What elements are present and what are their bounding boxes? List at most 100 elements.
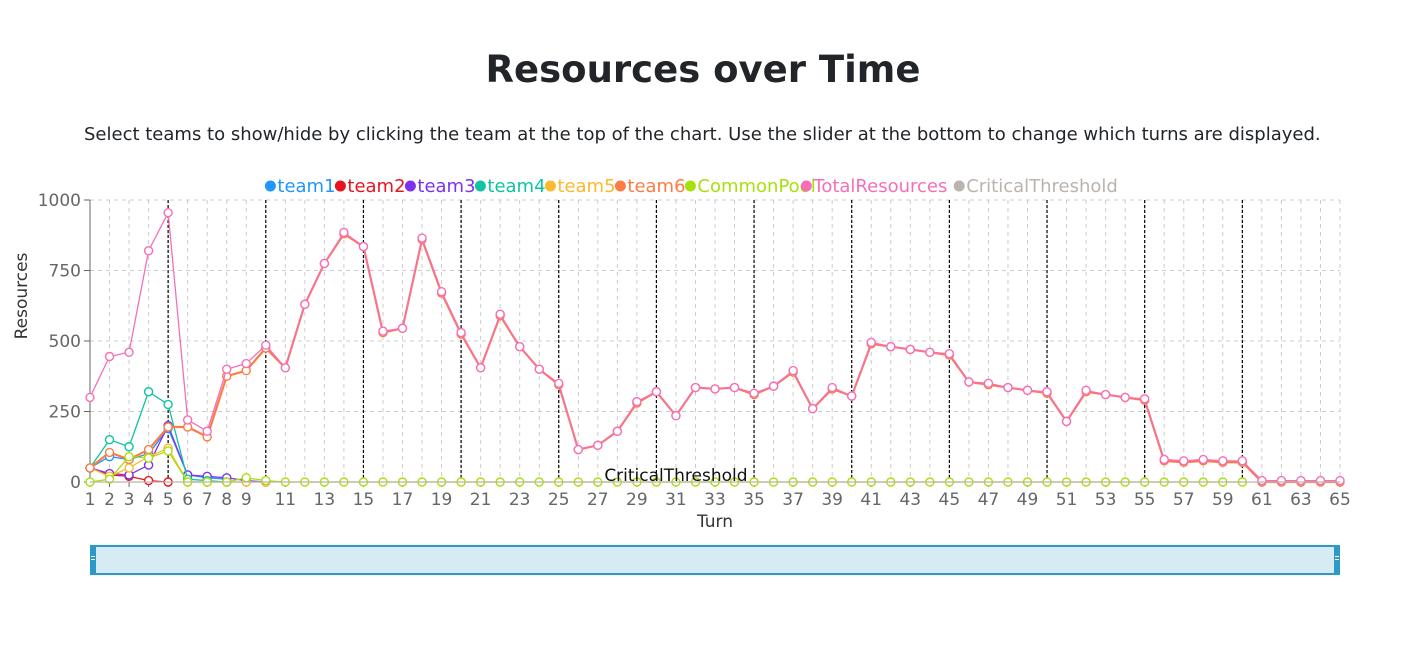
data-point-TotalResources bbox=[339, 227, 349, 238]
legend-item-CommonPool[interactable]: CommonPool bbox=[684, 176, 816, 197]
x-tick-label: 7 bbox=[202, 490, 213, 510]
x-tick-label: 65 bbox=[1329, 490, 1351, 510]
turn-range-slider[interactable] bbox=[90, 545, 1340, 575]
slider-selection[interactable] bbox=[90, 545, 1340, 575]
data-point-TotalResources bbox=[847, 391, 857, 401]
data-point-TotalResources bbox=[1315, 475, 1326, 486]
data-point-CommonPool bbox=[143, 453, 154, 463]
slider-start-handle[interactable] bbox=[90, 545, 96, 575]
legend-swatch bbox=[800, 180, 812, 192]
legend-label: team1 bbox=[277, 176, 335, 197]
axes: 025050075010001 2 3 4 5 6 7 8 9 11 13 15 17 19 21 23 25 2… bbox=[38, 191, 1351, 510]
legend-item-team1[interactable]: team1 bbox=[264, 176, 336, 197]
data-point-CommonPool bbox=[261, 475, 271, 486]
x-tick-label: 6 bbox=[182, 490, 193, 510]
data-point-TotalResources bbox=[300, 299, 310, 310]
x-tick-label: 15 bbox=[353, 490, 375, 510]
x-tick-label: 63 bbox=[1290, 490, 1312, 510]
data-point-TotalResources bbox=[749, 388, 759, 398]
data-point-TotalResources bbox=[456, 327, 466, 338]
legend-swatch bbox=[684, 180, 696, 192]
data-point-TotalResources bbox=[768, 381, 779, 391]
data-point-TotalResources bbox=[1198, 454, 1208, 465]
data-point-TotalResources bbox=[397, 323, 408, 334]
x-tick-label: 37 bbox=[782, 490, 804, 510]
data-point-TotalResources bbox=[612, 426, 623, 436]
legend-label: CommonPool bbox=[697, 176, 815, 197]
x-tick-label: 47 bbox=[978, 490, 1000, 510]
data-point-TotalResources bbox=[1159, 454, 1169, 465]
x-tick-label: 8 bbox=[221, 490, 232, 510]
data-point-TotalResources bbox=[202, 426, 212, 436]
y-tick-label: 250 bbox=[49, 403, 81, 423]
data-point-team5 bbox=[124, 463, 134, 473]
legend-item-team2[interactable]: team2 bbox=[334, 176, 406, 197]
legend-item-CriticalThreshold[interactable]: CriticalThreshold bbox=[953, 176, 1118, 197]
legend-item-team5[interactable]: team5 bbox=[544, 176, 616, 197]
x-tick-label: 51 bbox=[1056, 490, 1078, 510]
y-axis-title: Resources bbox=[12, 252, 32, 339]
legend: team1 team2 team3 team4 team5 team6 CommonPool… bbox=[264, 176, 1118, 197]
y-tick-label: 0 bbox=[70, 473, 81, 493]
data-point-TotalResources bbox=[1100, 389, 1111, 400]
data-point-TotalResources bbox=[495, 309, 505, 319]
x-tick-label: 49 bbox=[1017, 490, 1039, 510]
data-point-TotalResources bbox=[1179, 456, 1189, 466]
y-tick-label: 750 bbox=[49, 262, 81, 282]
legend-swatch bbox=[953, 180, 965, 192]
data-point-TotalResources bbox=[788, 365, 798, 376]
grid bbox=[89, 199, 1341, 483]
x-tick-label: 11 bbox=[274, 490, 296, 510]
data-point-team6 bbox=[85, 463, 95, 473]
x-tick-label: 39 bbox=[821, 490, 843, 510]
data-point-team4 bbox=[124, 442, 134, 452]
data-point-CommonPool bbox=[124, 451, 134, 462]
x-tick-label: 45 bbox=[939, 490, 961, 510]
data-point-CommonPool bbox=[163, 446, 173, 456]
data-point-TotalResources bbox=[222, 364, 232, 374]
data-point-TotalResources bbox=[241, 358, 251, 369]
x-tick-label: 53 bbox=[1095, 490, 1117, 510]
x-tick-label: 35 bbox=[743, 490, 765, 510]
data-point-TotalResources bbox=[1237, 456, 1248, 466]
data-point-TotalResources bbox=[944, 348, 955, 359]
data-point-TotalResources bbox=[983, 378, 994, 388]
data-point-TotalResources bbox=[417, 233, 427, 243]
data-point-TotalResources bbox=[436, 286, 447, 297]
legend-swatch bbox=[264, 180, 276, 192]
legend-item-team3[interactable]: team3 bbox=[404, 176, 476, 197]
data-point-team4 bbox=[143, 387, 154, 397]
annotation-label: CriticalThreshold bbox=[604, 466, 747, 486]
data-point-TotalResources bbox=[671, 411, 681, 421]
legend-item-TotalResources[interactable]: TotalResources bbox=[800, 176, 947, 197]
x-tick-label: 31 bbox=[665, 490, 687, 510]
data-point-TotalResources bbox=[1003, 382, 1013, 393]
legend-item-team4[interactable]: team4 bbox=[474, 176, 546, 197]
data-point-TotalResources bbox=[358, 241, 369, 252]
x-tick-label: 21 bbox=[470, 490, 492, 510]
data-point-TotalResources bbox=[143, 246, 154, 256]
data-point-TotalResources bbox=[1042, 387, 1052, 397]
data-point-TotalResources bbox=[886, 341, 896, 352]
y-tick-label: 500 bbox=[49, 332, 81, 352]
data-point-TotalResources bbox=[85, 392, 95, 403]
data-point-TotalResources bbox=[573, 444, 583, 455]
x-tick-label: 2 bbox=[104, 490, 115, 510]
data-point-TotalResources bbox=[534, 364, 544, 374]
x-tick-label: 4 bbox=[143, 490, 154, 510]
series-team6 bbox=[85, 229, 1345, 487]
legend-label: team4 bbox=[487, 176, 545, 197]
data-point-CommonPool bbox=[241, 473, 251, 483]
legend-item-team6[interactable]: team6 bbox=[614, 176, 686, 197]
data-point-TotalResources bbox=[632, 396, 642, 407]
line-chart: team1 team2 team3 team4 team5 team6 CommonPool… bbox=[12, 176, 1351, 532]
data-point-TotalResources bbox=[690, 382, 701, 393]
slider-end-handle[interactable] bbox=[1334, 545, 1340, 575]
x-tick-label: 1 bbox=[85, 490, 96, 510]
legend-label: team6 bbox=[627, 176, 685, 197]
legend-swatch bbox=[404, 180, 416, 192]
data-point-team6 bbox=[104, 447, 115, 458]
x-tick-label: 55 bbox=[1134, 490, 1156, 510]
x-tick-label: 13 bbox=[314, 490, 336, 510]
data-point-TotalResources bbox=[1276, 475, 1287, 486]
